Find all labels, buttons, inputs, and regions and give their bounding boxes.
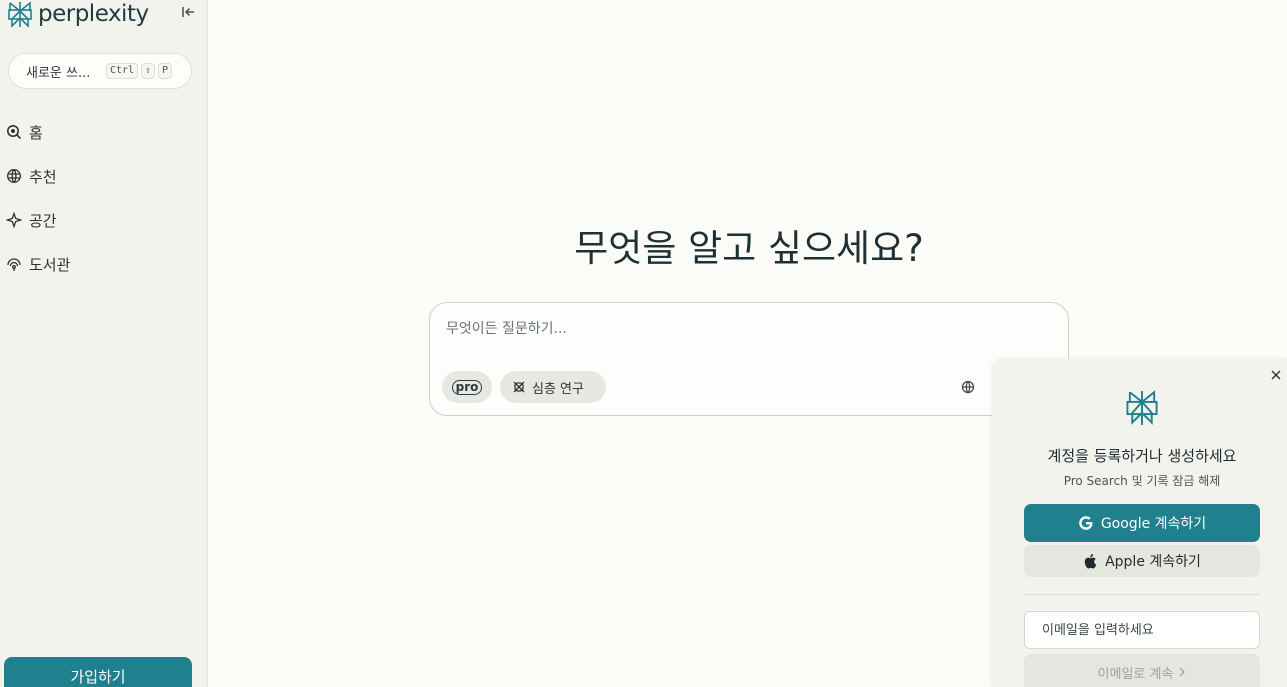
collapse-left-icon — [182, 7, 194, 17]
email-continue-label: 이메일로 계속 — [1097, 666, 1174, 682]
shortcut-key-ctrl: Ctrl — [106, 63, 139, 79]
perplexity-logo-icon — [1126, 390, 1158, 425]
sidebar-item-label: 추천 — [29, 167, 57, 186]
shortcut-key-p: P — [158, 63, 173, 79]
close-icon — [1271, 370, 1281, 380]
close-button[interactable] — [1268, 367, 1284, 383]
chevron-right-icon — [1179, 667, 1186, 677]
deep-research-label: 심층 연구 — [532, 381, 584, 397]
divider — [1024, 594, 1260, 595]
google-icon — [1079, 516, 1093, 530]
deep-research-button[interactable]: 심층 연구 — [500, 371, 606, 403]
perplexity-logo-icon — [8, 1, 32, 28]
search-box: pro 심층 연구 — [429, 302, 1069, 416]
new-thread-label: 새로운 쓰... — [26, 65, 91, 81]
page-title: 무엇을 알고 싶으세요? — [574, 227, 924, 270]
sparkle-icon — [6, 212, 22, 228]
library-icon — [7, 258, 21, 271]
google-login-label: Google 계속하기 — [1100, 516, 1207, 532]
brand-name: perplexity — [38, 1, 149, 27]
search-icon — [7, 125, 22, 140]
email-continue-button[interactable]: 이메일로 계속 — [1024, 654, 1260, 687]
sources-button[interactable] — [958, 377, 978, 397]
search-input[interactable] — [446, 317, 1006, 341]
apple-icon — [1084, 554, 1097, 569]
login-subtitle: Pro Search 및 기록 잠금 해제 — [1063, 474, 1221, 488]
sidebar-item-discover[interactable]: 추천 — [6, 154, 196, 198]
shortcut-key-shift: ⇧ — [141, 63, 156, 79]
sidebar-item-library[interactable]: 도서관 — [6, 242, 196, 286]
login-panel: 계정을 등록하거나 생성하세요 Pro Search 및 기록 잠금 해제 Go… — [992, 359, 1287, 687]
sidebar-item-label: 도서관 — [29, 255, 71, 274]
globe-icon — [961, 380, 975, 394]
pro-label: pro — [451, 379, 483, 395]
brand-logo[interactable]: perplexity — [6, 0, 149, 28]
collapse-sidebar-button[interactable] — [178, 2, 198, 22]
sidebar-item-spaces[interactable]: 공간 — [6, 198, 196, 242]
login-title: 계정을 등록하거나 생성하세요 — [1047, 447, 1237, 465]
globe-icon — [7, 169, 21, 184]
sidebar-item-home[interactable]: 홈 — [6, 110, 196, 154]
signup-button[interactable]: 가입하기 — [4, 657, 192, 687]
email-field[interactable] — [1024, 611, 1260, 649]
atom-icon — [513, 381, 525, 393]
new-thread-button[interactable]: 새로운 쓰... Ctrl ⇧ P — [8, 53, 192, 89]
sidebar: perplexity 새로운 쓰... Ctrl ⇧ P 홈 추천 공간 도서관… — [0, 0, 208, 687]
sidebar-item-label: 홈 — [29, 123, 43, 142]
pro-search-toggle[interactable]: pro — [442, 371, 492, 403]
google-login-button[interactable]: Google 계속하기 — [1024, 504, 1260, 542]
sidebar-item-label: 공간 — [29, 211, 57, 230]
apple-login-button[interactable]: Apple 계속하기 — [1024, 545, 1260, 577]
apple-login-label: Apple 계속하기 — [1105, 554, 1201, 570]
sidebar-nav: 홈 추천 공간 도서관 — [6, 110, 196, 286]
